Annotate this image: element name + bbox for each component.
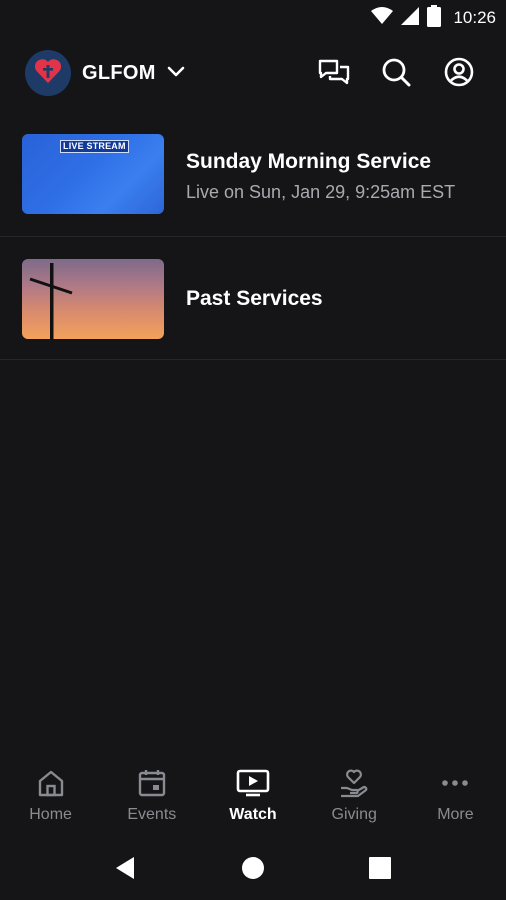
bottom-tab-bar: Home Events Watch Giving More	[0, 760, 506, 832]
recents-square-icon	[369, 856, 391, 884]
tab-more[interactable]: More	[405, 760, 506, 832]
search-icon	[381, 57, 411, 92]
cross-sunset-thumbnail	[22, 259, 164, 339]
cell-signal-icon	[401, 6, 420, 30]
calendar-icon	[137, 766, 167, 800]
home-circle-icon	[241, 856, 265, 885]
battery-icon	[427, 4, 442, 32]
home-icon	[36, 766, 66, 800]
recents-button[interactable]	[366, 856, 394, 884]
status-time: 10:26	[453, 8, 496, 27]
tab-label: Watch	[229, 806, 277, 823]
tab-events[interactable]: Events	[101, 760, 202, 832]
home-nav-button[interactable]	[239, 856, 267, 884]
more-dots-icon	[440, 766, 470, 800]
back-triangle-icon	[114, 856, 138, 885]
tab-watch[interactable]: Watch	[202, 760, 303, 832]
account-icon	[444, 57, 474, 92]
item-subtitle: Live on Sun, Jan 29, 9:25am EST	[186, 182, 456, 202]
back-button[interactable]	[112, 856, 140, 884]
list-item[interactable]: Past Services	[0, 237, 506, 360]
org-name[interactable]: GLFOM	[82, 62, 156, 85]
item-title: Sunday Morning Service	[186, 150, 432, 173]
tab-label: Giving	[331, 806, 377, 823]
tab-home[interactable]: Home	[0, 760, 101, 832]
tab-label: More	[437, 806, 474, 823]
search-button[interactable]	[380, 58, 412, 90]
status-bar: 10:26	[0, 0, 506, 36]
tab-label: Events	[127, 806, 177, 823]
watch-list: LIVE STREAM Sunday Morning Service Live …	[0, 114, 506, 360]
status-icons: 10:26	[371, 4, 496, 32]
list-item[interactable]: LIVE STREAM Sunday Morning Service Live …	[0, 114, 506, 237]
system-nav-bar	[0, 836, 506, 900]
chevron-down-icon[interactable]	[166, 65, 186, 84]
play-screen-icon	[236, 766, 270, 800]
item-title: Past Services	[186, 287, 323, 310]
giving-hand-icon	[338, 766, 370, 800]
wifi-icon	[371, 6, 394, 30]
chat-bubbles-icon	[318, 58, 350, 91]
messages-button[interactable]	[318, 58, 350, 90]
heart-cross-icon	[34, 58, 62, 89]
cross-icon	[29, 263, 73, 339]
app-header: GLFOM	[0, 48, 506, 100]
tab-giving[interactable]: Giving	[304, 760, 405, 832]
tab-label: Home	[29, 806, 72, 823]
profile-button[interactable]	[443, 57, 475, 92]
org-avatar[interactable]	[25, 50, 71, 96]
live-stream-label: LIVE STREAM	[60, 140, 129, 153]
live-stream-thumbnail: LIVE STREAM	[22, 134, 164, 214]
